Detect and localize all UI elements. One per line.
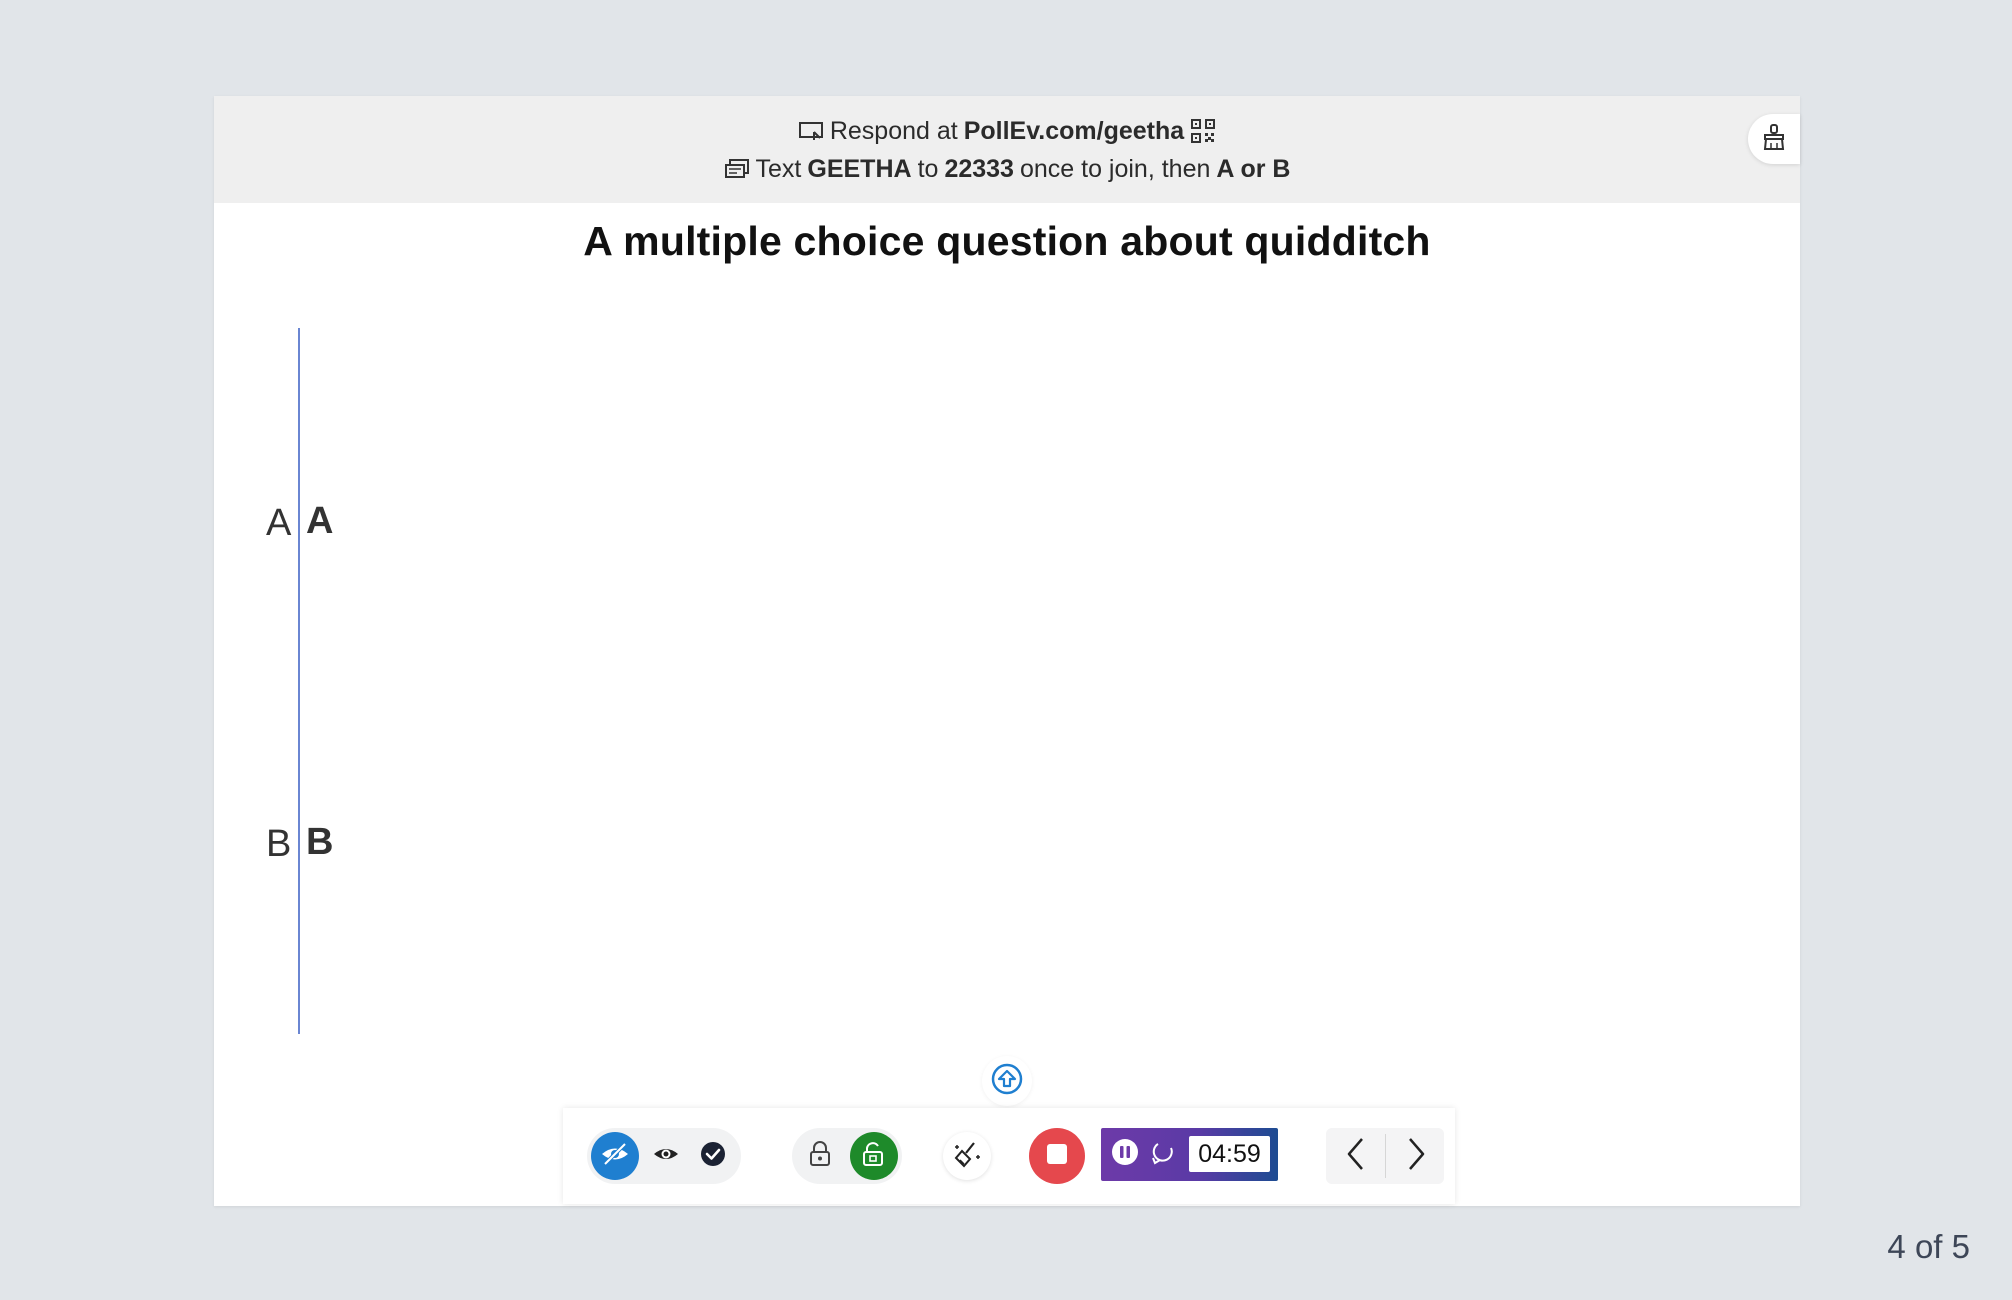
screen-icon — [798, 120, 824, 142]
chevron-right-icon — [1404, 1136, 1428, 1177]
unlock-button[interactable] — [850, 1132, 898, 1180]
respond-instructions: Respond at PollEv.com/geetha — [214, 114, 1800, 148]
stop-icon — [1046, 1143, 1068, 1170]
clear-results-button[interactable] — [943, 1132, 991, 1180]
question-title: A multiple choice question about quiddit… — [583, 218, 1431, 264]
pause-icon — [1111, 1138, 1139, 1171]
slide-counter: 4 of 5 — [1887, 1228, 1970, 1265]
timer-display[interactable]: 04:59 — [1189, 1136, 1270, 1172]
chart-axis — [298, 328, 300, 1034]
option-label-a: A — [306, 500, 334, 542]
instructions-banner: Respond at PollEv.com/geetha Text GEETHA… — [214, 96, 1800, 203]
hide-responses-button[interactable] — [591, 1132, 639, 1180]
to-word: to — [917, 155, 939, 183]
pause-timer-button[interactable] — [1109, 1138, 1141, 1170]
sms-icon — [724, 158, 750, 180]
stop-poll-button[interactable] — [1029, 1128, 1085, 1184]
show-correct-button[interactable] — [689, 1132, 737, 1180]
respond-url[interactable]: PollEv.com/geetha — [964, 114, 1184, 148]
show-toolbar-button[interactable] — [982, 1056, 1032, 1106]
broom-sparkle-icon — [952, 1139, 982, 1174]
check-circle-icon — [699, 1140, 727, 1173]
sms-number: 22333 — [944, 155, 1014, 183]
timer-panel: 04:59 — [1101, 1128, 1278, 1181]
show-responses-button[interactable] — [642, 1132, 690, 1180]
text-prefix: Text — [755, 155, 802, 183]
keyword: GEETHA — [807, 155, 912, 183]
presenter-toolbar: 04:59 — [563, 1108, 1455, 1204]
poll-slide: Respond at PollEv.com/geetha Text GEETHA… — [214, 96, 1800, 1206]
previous-slide-button[interactable] — [1332, 1132, 1380, 1180]
reset-icon — [1149, 1138, 1177, 1171]
clear-responses-button[interactable] — [1748, 114, 1800, 164]
next-slide-button[interactable] — [1392, 1132, 1440, 1180]
reset-timer-button[interactable] — [1147, 1138, 1179, 1170]
text-instructions: Text GEETHA to 22333 once to join, then … — [214, 152, 1800, 186]
visibility-group — [587, 1128, 741, 1184]
qr-code-icon[interactable] — [1190, 118, 1216, 144]
category-label-b: B — [266, 823, 292, 865]
nav-divider — [1385, 1134, 1386, 1178]
eye-icon — [652, 1144, 680, 1169]
unlock-icon — [862, 1141, 886, 1172]
option-label-b: B — [306, 821, 334, 863]
chevron-left-icon — [1344, 1136, 1368, 1177]
category-label-a: A — [266, 502, 292, 544]
upload-arrow-icon — [990, 1062, 1024, 1101]
join-text: once to join, then — [1019, 155, 1211, 183]
choices: A or B — [1216, 155, 1291, 183]
lock-button[interactable] — [796, 1132, 844, 1180]
clear-responses-icon — [1761, 123, 1787, 156]
lock-icon — [809, 1140, 831, 1172]
slide-navigation — [1326, 1128, 1444, 1184]
lock-group — [792, 1128, 902, 1184]
eye-off-icon — [600, 1142, 630, 1171]
respond-prefix: Respond at — [829, 117, 958, 145]
